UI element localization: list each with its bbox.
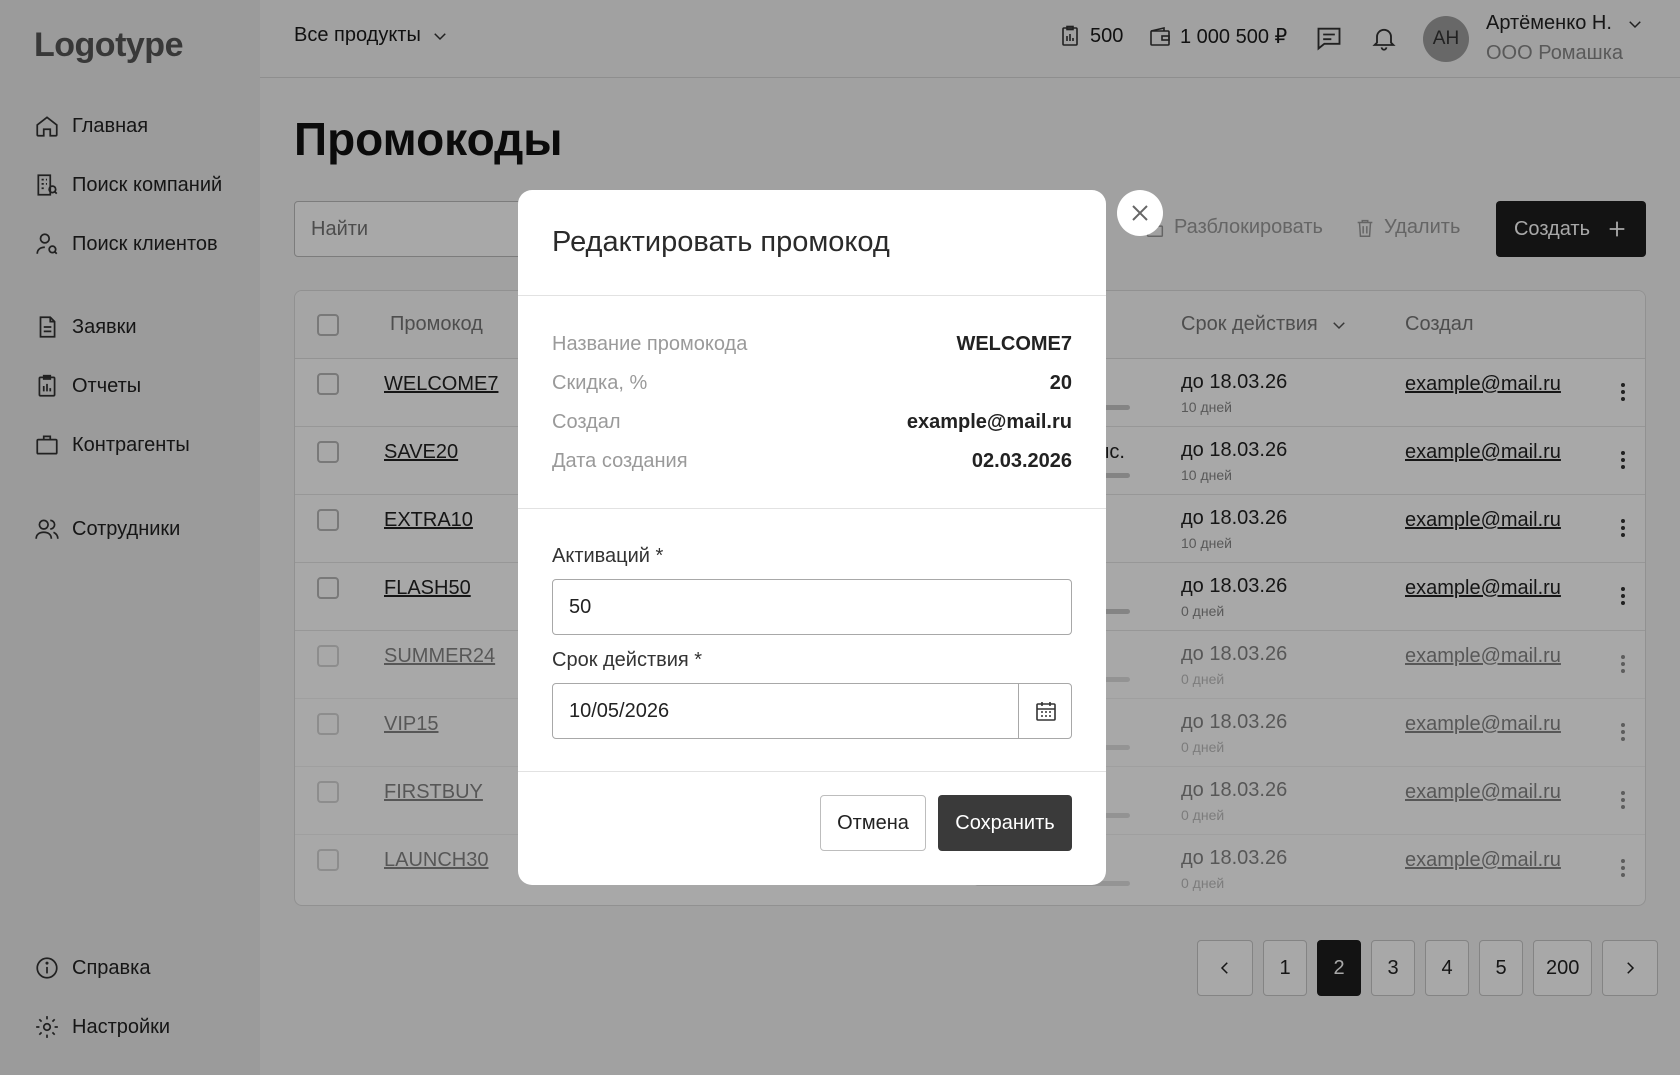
info-row-created-date: Дата создания 02.03.2026 (552, 446, 1072, 476)
edit-promocode-modal: Редактировать промокод Название промокод… (518, 190, 1106, 885)
calendar-button[interactable] (1018, 683, 1072, 739)
close-modal-button[interactable] (1117, 190, 1163, 236)
activations-label: Активаций * (552, 545, 664, 567)
expiry-date-input[interactable] (552, 683, 1072, 739)
calendar-icon (1035, 702, 1056, 721)
info-label: Скидка, % (552, 371, 648, 394)
info-row-creator: Создал example@mail.ru (552, 407, 1072, 437)
info-label: Название промокода (552, 332, 748, 355)
cancel-button[interactable]: Отмена (820, 795, 926, 851)
modal-divider (518, 771, 1106, 772)
modal-divider (518, 295, 1106, 296)
info-value: WELCOME7 (956, 332, 1072, 355)
info-label: Создал (552, 410, 621, 433)
info-value: 20 (1049, 371, 1072, 394)
info-row-name: Название промокода WELCOME7 (552, 329, 1072, 359)
expiry-label: Срок действия * (552, 649, 703, 671)
info-value: 02.03.2026 (971, 449, 1072, 472)
activations-input[interactable] (552, 579, 1072, 635)
modal-title: Редактировать промокод (552, 226, 890, 258)
info-value: example@mail.ru (906, 410, 1072, 433)
modal-divider (518, 508, 1106, 509)
close-icon (1132, 205, 1148, 221)
info-row-discount: Скидка, % 20 (552, 368, 1072, 398)
save-button[interactable]: Сохранить (938, 795, 1072, 851)
info-label: Дата создания (552, 449, 688, 472)
